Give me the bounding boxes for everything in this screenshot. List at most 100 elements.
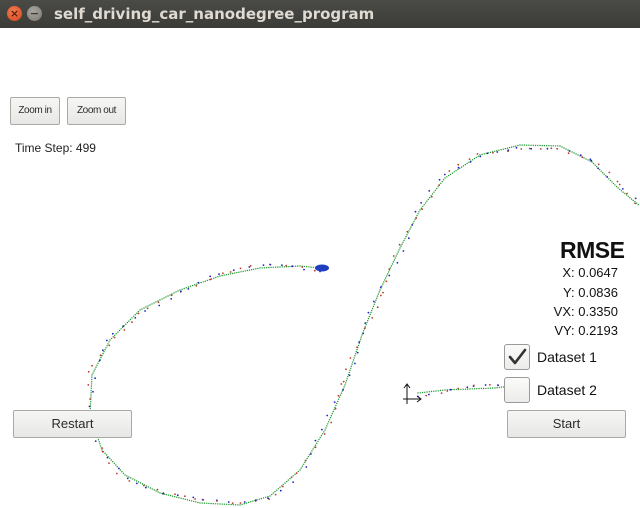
track-point [103, 351, 105, 353]
track-point [239, 504, 241, 506]
track-point [385, 277, 387, 279]
track-point [303, 265, 306, 268]
track-point [234, 272, 236, 274]
track-point [422, 205, 424, 208]
measurement-point [184, 495, 186, 498]
measurement-point [92, 390, 94, 393]
track-point [435, 390, 437, 392]
track-point [326, 425, 328, 427]
measurement-point [363, 327, 366, 330]
track-point [159, 299, 161, 301]
measurement-point [111, 332, 114, 335]
track-point [519, 144, 521, 146]
dataset-1-label: Dataset 1 [537, 349, 597, 365]
track-point [387, 271, 390, 273]
dataset-2-checkbox[interactable] [504, 377, 530, 403]
measurement-point [618, 183, 621, 186]
track-point [91, 378, 93, 381]
track-point [390, 265, 393, 267]
track-point [324, 429, 326, 431]
measurement-point [356, 351, 359, 354]
track-point [210, 502, 212, 505]
track-point [215, 276, 217, 279]
measurement-point [358, 341, 360, 343]
track-point [352, 359, 355, 361]
track-point [412, 222, 414, 224]
track-point [108, 341, 110, 343]
track-point [225, 274, 227, 276]
track-point [406, 234, 408, 236]
minimize-icon[interactable]: − [27, 6, 42, 21]
track-point [537, 144, 539, 147]
track-point [91, 376, 93, 378]
measurement-point [94, 440, 97, 442]
start-button[interactable]: Start [507, 410, 626, 438]
track-point [496, 387, 498, 389]
track-point [90, 401, 92, 403]
track-point [433, 390, 435, 392]
track-point [221, 503, 223, 505]
track-point [332, 410, 334, 413]
track-point [109, 339, 111, 341]
track-point [550, 145, 552, 147]
track-point [554, 145, 557, 147]
track-point [365, 324, 367, 326]
track-point [637, 203, 639, 206]
track-point [377, 293, 380, 295]
track-point [611, 181, 613, 183]
track-point [93, 370, 95, 372]
track-point [104, 452, 106, 454]
measurement-point [239, 502, 242, 504]
track-point [212, 503, 214, 505]
track-point [318, 438, 320, 441]
measurement-point [345, 368, 347, 371]
rmse-title: RMSE [560, 237, 625, 263]
track-point [372, 305, 375, 308]
track-point [510, 146, 513, 148]
track-point [246, 269, 249, 272]
track-point [603, 173, 605, 175]
measurement-point [209, 278, 212, 281]
measurement-point [428, 393, 430, 396]
track-point [498, 386, 500, 389]
track-point [360, 336, 362, 338]
title-bar: × − self_driving_car_nanodegree_program [0, 0, 640, 28]
track-point [271, 493, 273, 496]
measurement-point [216, 500, 218, 502]
track-point [128, 476, 130, 478]
measurement-point [376, 306, 379, 309]
rmse-vy: VY: 0.2193 [554, 323, 618, 338]
track-point [323, 431, 325, 433]
measurement-point [608, 171, 611, 174]
measurement-point [348, 374, 351, 377]
track-point [577, 154, 579, 156]
track-point [141, 308, 143, 310]
measurement-point [281, 485, 284, 488]
track-point [157, 491, 159, 493]
measurement-point [590, 159, 593, 162]
measurement-point [195, 284, 198, 287]
measurement-point [303, 268, 305, 271]
measurement-point [473, 384, 475, 387]
track-point [475, 156, 477, 159]
measurement-point [192, 496, 195, 499]
restart-button[interactable]: Restart [13, 410, 132, 438]
measurement-point [108, 462, 110, 464]
zoom-in-button[interactable]: Zoom in [10, 97, 60, 125]
zoom-out-button[interactable]: Zoom out [67, 97, 126, 125]
track-point [532, 144, 534, 146]
measurement-point [105, 339, 108, 342]
dataset-1-checkbox[interactable] [504, 344, 530, 370]
close-icon[interactable]: × [7, 6, 22, 21]
track-point [126, 321, 129, 324]
track-point [115, 333, 118, 335]
track-point [405, 235, 407, 238]
checkmark-icon [508, 348, 527, 365]
track-point [409, 228, 411, 230]
track-point [311, 450, 313, 452]
track-point [625, 194, 628, 196]
track-point [191, 284, 194, 287]
measurement-point [579, 154, 582, 157]
track-point [167, 295, 169, 297]
track-point [217, 503, 219, 505]
